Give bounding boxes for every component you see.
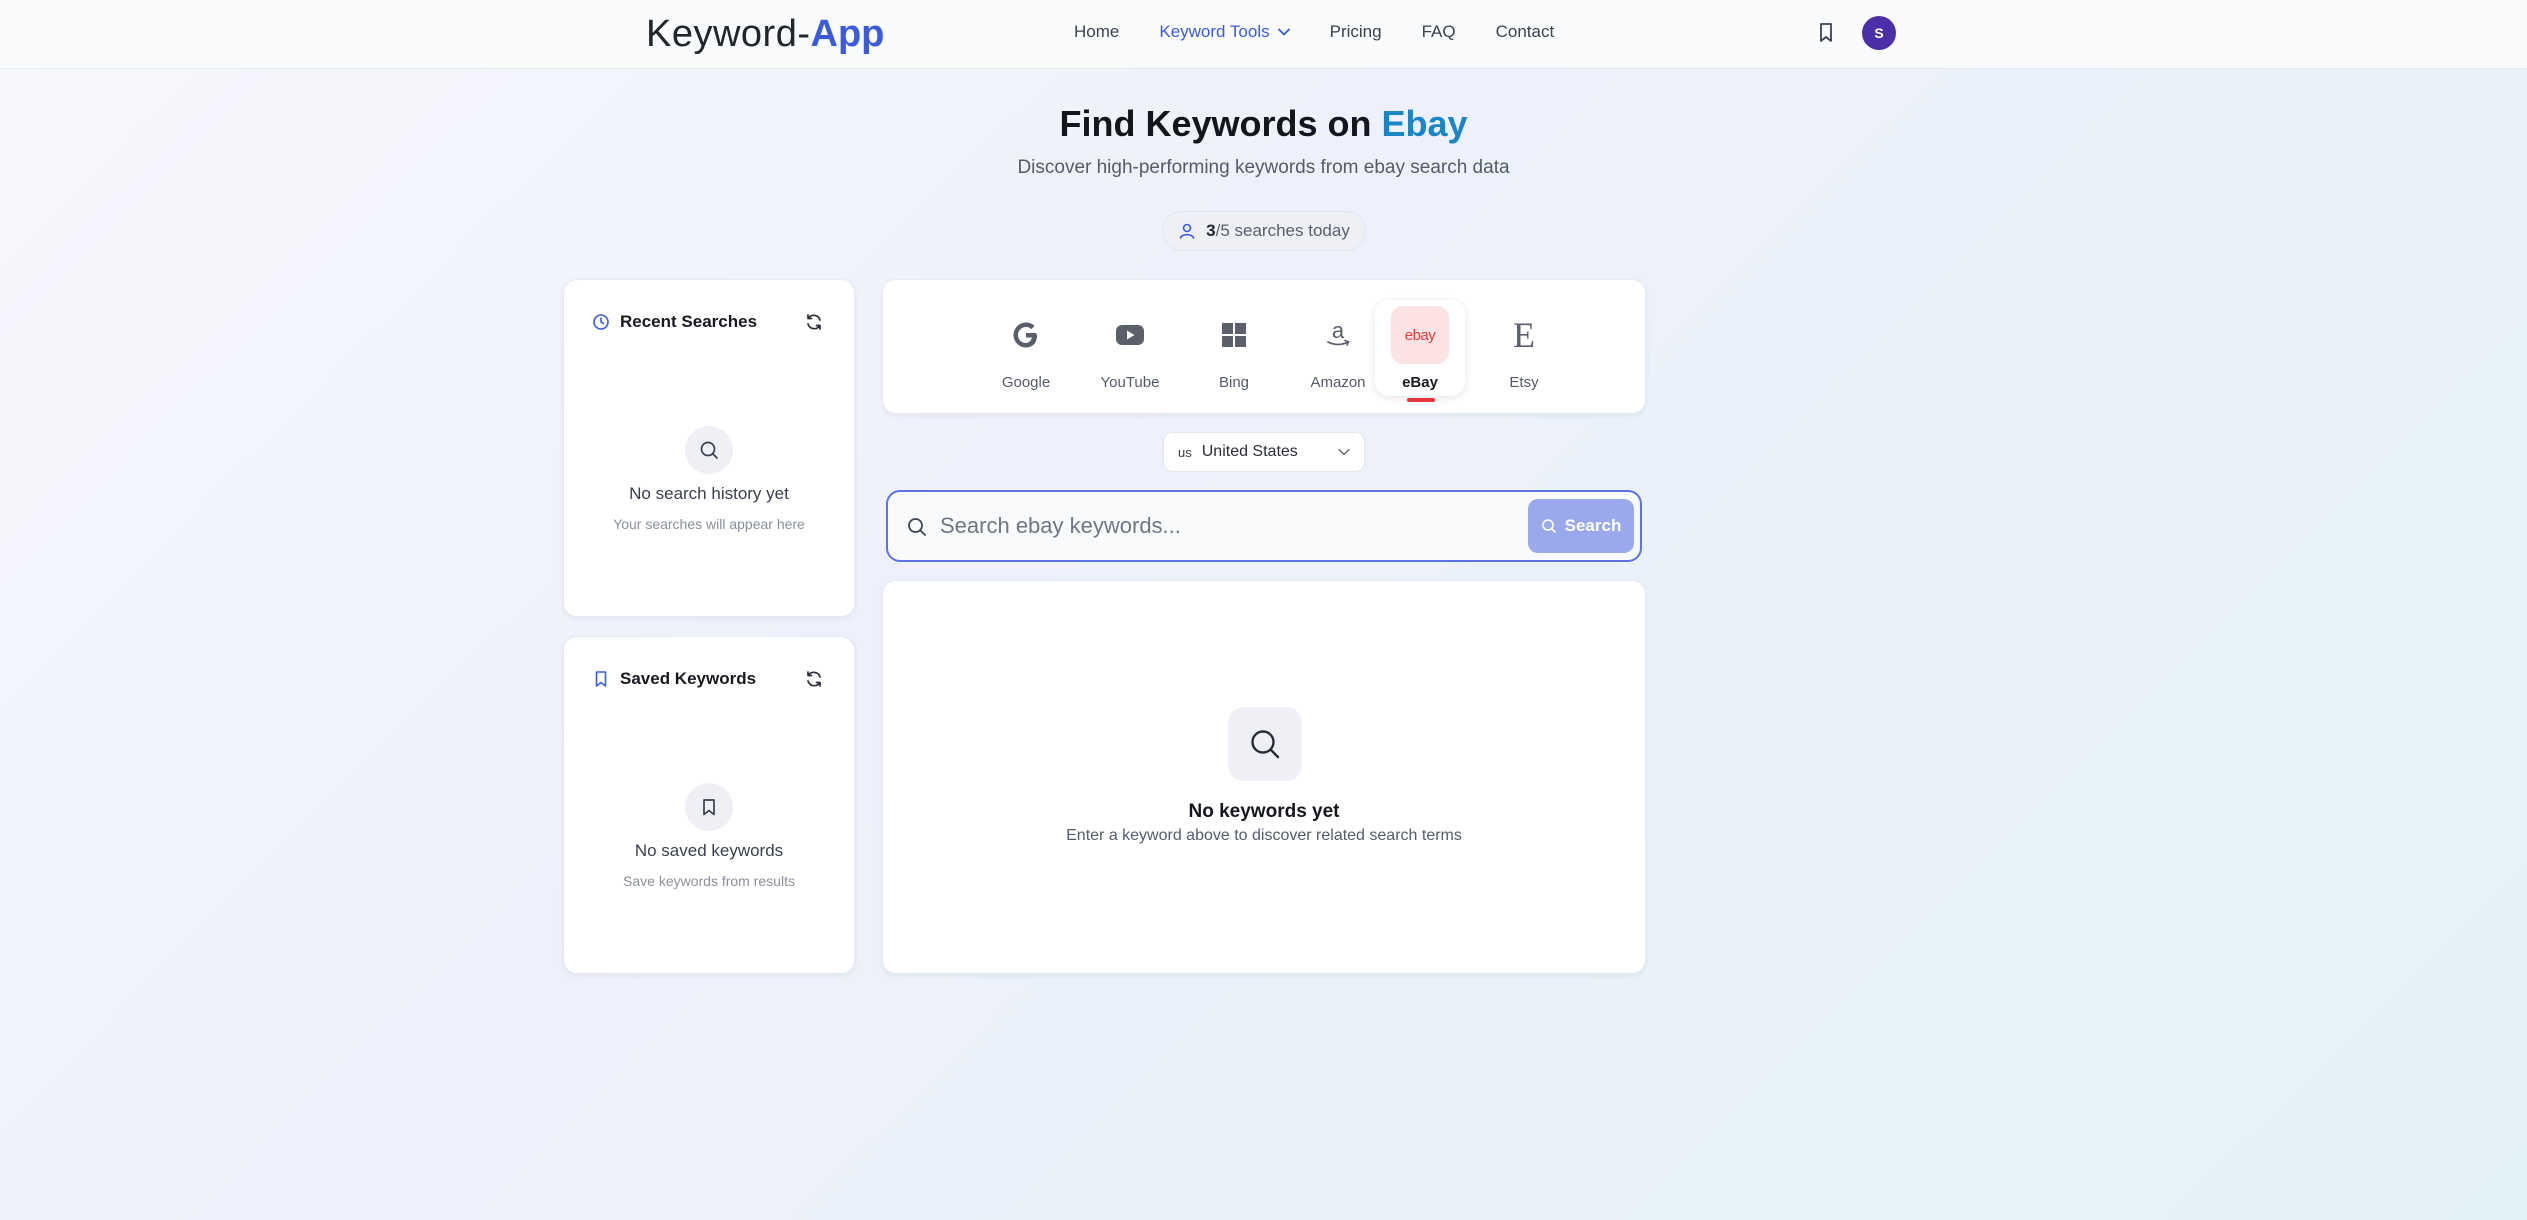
- recent-searches-header: Recent Searches: [592, 312, 757, 332]
- engine-selector: Google YouTube Bing a Amazon ebay eBay E…: [882, 279, 1646, 414]
- logo-text-part1: Keyword-: [646, 13, 811, 55]
- quota-text: 3/5 searches today: [1206, 221, 1350, 241]
- google-icon-wrap: [997, 306, 1055, 364]
- page-title-accent: Ebay: [1381, 103, 1468, 144]
- engine-amazon-label: Amazon: [1310, 374, 1366, 391]
- empty-history-subtitle: Your searches will appear here: [613, 516, 805, 532]
- engine-google-label: Google: [1001, 374, 1051, 391]
- recent-searches-title: Recent Searches: [620, 312, 758, 331]
- quota-used: 3: [1206, 221, 1216, 240]
- empty-history-icon-wrap: [685, 426, 733, 474]
- search-quota-badge: 3/5 searches today: [1162, 211, 1366, 251]
- saved-keywords-card: Saved Keywords No saved keywords Save ke…: [563, 636, 855, 974]
- engine-bing[interactable]: Bing: [1189, 300, 1279, 396]
- chevron-down-icon: [1338, 448, 1350, 456]
- bing-icon: [1222, 323, 1246, 347]
- engine-ebay[interactable]: ebay eBay: [1375, 300, 1465, 402]
- bookmark-icon[interactable]: [1816, 21, 1836, 45]
- bookmark-icon: [703, 799, 715, 816]
- search-icon: [908, 518, 926, 536]
- app-logo[interactable]: Keyword-App: [646, 12, 884, 56]
- selected-indicator: [1407, 398, 1435, 402]
- search-button[interactable]: Search: [1528, 499, 1634, 553]
- country-select[interactable]: us United States: [1163, 432, 1365, 472]
- youtube-icon: [1116, 325, 1144, 345]
- search-button-label: Search: [1564, 516, 1622, 535]
- logo-text-part2: App: [810, 13, 885, 55]
- engine-google[interactable]: Google: [981, 300, 1071, 396]
- engine-youtube[interactable]: YouTube: [1085, 300, 1175, 396]
- nav-links: Home Keyword Tools Pricing FAQ Contact: [1074, 22, 1554, 42]
- refresh-icon[interactable]: [804, 312, 824, 332]
- user-icon: [1179, 223, 1195, 239]
- refresh-icon[interactable]: [804, 669, 824, 689]
- engine-amazon[interactable]: a Amazon: [1293, 300, 1383, 396]
- search-input[interactable]: [940, 506, 1500, 546]
- bing-icon-wrap: [1205, 306, 1263, 364]
- ebay-icon-text: ebay: [1404, 326, 1436, 344]
- clock-icon: [593, 314, 609, 330]
- nav-link-contact[interactable]: Contact: [1496, 22, 1555, 42]
- engine-ebay-label: eBay: [1402, 374, 1438, 391]
- top-navbar: Keyword-App Home Keyword Tools Pricing F…: [0, 0, 2527, 69]
- empty-results-icon-wrap: [1228, 707, 1302, 781]
- empty-saved-icon-wrap: [685, 783, 733, 831]
- empty-saved-subtitle: Save keywords from results: [623, 873, 795, 889]
- nav-link-faq[interactable]: FAQ: [1422, 22, 1456, 42]
- nav-link-keyword-tools-label: Keyword Tools: [1159, 22, 1270, 41]
- engine-youtube-label: YouTube: [1100, 374, 1160, 391]
- google-icon: [1013, 322, 1037, 348]
- etsy-icon-text: E: [1513, 315, 1535, 355]
- nav-link-home[interactable]: Home: [1074, 22, 1119, 42]
- nav-link-keyword-tools[interactable]: Keyword Tools: [1159, 22, 1290, 42]
- search-icon: [1251, 730, 1280, 759]
- engine-etsy[interactable]: E Etsy: [1479, 300, 1569, 396]
- results-panel: No keywords yet Enter a keyword above to…: [882, 580, 1646, 974]
- bookmark-icon: [595, 671, 607, 687]
- empty-history-title: No search history yet: [629, 484, 789, 503]
- saved-keywords-header: Saved Keywords: [592, 669, 756, 689]
- saved-keywords-title: Saved Keywords: [620, 669, 757, 688]
- nav-link-pricing[interactable]: Pricing: [1330, 22, 1382, 42]
- search-icon: [1541, 519, 1556, 533]
- country-name: United States: [1201, 443, 1298, 460]
- svg-text:a: a: [1332, 320, 1345, 343]
- etsy-icon: E: [1495, 306, 1553, 364]
- page-title: Find Keywords on Ebay: [0, 103, 2527, 145]
- amazon-icon: a: [1327, 320, 1350, 346]
- search-icon: [700, 441, 718, 459]
- amazon-icon-wrap: a: [1309, 306, 1367, 364]
- quota-rest: /5 searches today: [1215, 221, 1350, 240]
- empty-results-subtitle: Enter a keyword above to discover relate…: [1066, 827, 1462, 844]
- youtube-icon-wrap: [1101, 306, 1159, 364]
- engine-bing-label: Bing: [1218, 374, 1250, 391]
- chevron-down-icon: [1277, 28, 1290, 36]
- empty-results-title: No keywords yet: [1188, 801, 1340, 822]
- country-code: us: [1178, 444, 1192, 460]
- user-avatar[interactable]: S: [1862, 16, 1896, 50]
- page-subtitle: Discover high-performing keywords from e…: [1017, 157, 1510, 178]
- recent-searches-card: Recent Searches No search history yet Yo…: [563, 279, 855, 617]
- empty-saved-title: No saved keywords: [634, 841, 784, 860]
- search-bar: Search: [886, 490, 1642, 562]
- ebay-icon: ebay: [1391, 306, 1449, 364]
- page-title-prefix: Find Keywords on: [1059, 103, 1382, 144]
- engine-etsy-label: Etsy: [1509, 374, 1539, 391]
